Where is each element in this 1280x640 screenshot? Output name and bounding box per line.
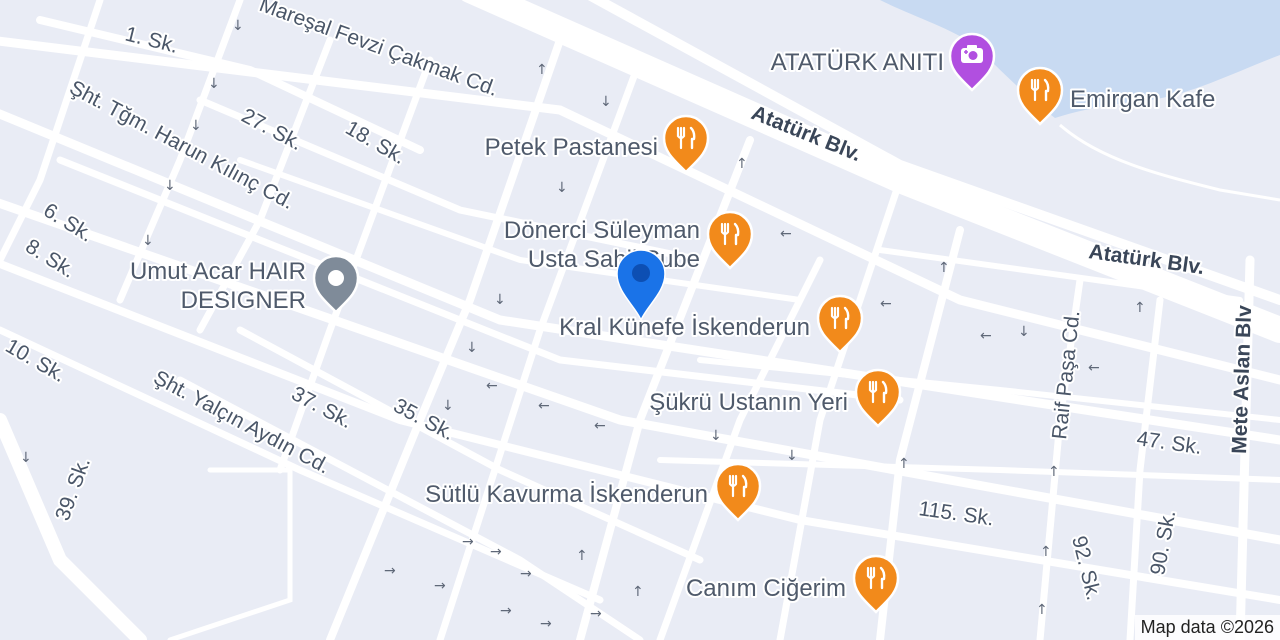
fork-knife-icon: [854, 368, 902, 428]
poi-label-line1: Dönerci Süleyman: [504, 217, 700, 244]
poi-kral-kunefe[interactable]: Kral Künefe İskenderun: [557, 294, 864, 354]
poi-ataturk-aniti[interactable]: ATATÜRK ANITI: [769, 32, 996, 92]
poi-label: Kral Künefe İskenderun: [559, 314, 810, 341]
fork-knife-icon: [714, 462, 762, 522]
fork-knife-icon: [852, 554, 900, 614]
poi-label-line2: DESIGNER: [181, 287, 306, 314]
poi-label: Sütlü Kavurma İskenderun: [425, 481, 708, 508]
map-attribution: Map data ©2026: [1134, 615, 1280, 640]
fork-knife-icon: [1016, 66, 1064, 126]
poi-label: Canım Ciğerim: [686, 575, 846, 602]
location-pin-icon[interactable]: [616, 249, 666, 322]
poi-canim-cigerim[interactable]: Canım Ciğerim: [684, 554, 900, 614]
poi-umut-acar[interactable]: Umut Acar HAIR DESIGNER: [128, 254, 360, 316]
fork-knife-icon: [706, 210, 754, 270]
poi-label: ATATÜRK ANITI: [771, 49, 944, 76]
fork-knife-icon: [662, 114, 710, 174]
poi-label: Şükrü Ustanın Yeri: [649, 389, 848, 416]
dot-icon: [312, 254, 360, 314]
fork-knife-icon: [816, 294, 864, 354]
poi-petek-pastanesi[interactable]: Petek Pastanesi: [483, 114, 710, 174]
poi-emirgan-kafe[interactable]: Emirgan Kafe: [1016, 66, 1217, 126]
poi-sukru-ustanin-yeri[interactable]: Şükrü Ustanın Yeri: [647, 368, 902, 428]
poi-label-line1: Umut Acar HAIR: [130, 258, 306, 285]
map-canvas[interactable]: ↓ ↓ ↓ ↓ ↓ ↑ ↓ ↓ ↑ ↓ ↓ ↓ ↓ ↓ ↑ ↑ ↓ ↑ ↑ ↑ …: [0, 0, 1280, 640]
poi-label: Emirgan Kafe: [1070, 86, 1215, 113]
poi-label: Petek Pastanesi: [485, 134, 658, 161]
poi-layer: ATATÜRK ANITI Emirgan Kafe Petek Pastane…: [128, 32, 1217, 614]
camera-icon: [948, 32, 996, 92]
poi-sutlu-kavurma[interactable]: Sütlü Kavurma İskenderun: [423, 462, 762, 522]
poi-label-line2: Usta Sahil Şube: [528, 246, 700, 273]
